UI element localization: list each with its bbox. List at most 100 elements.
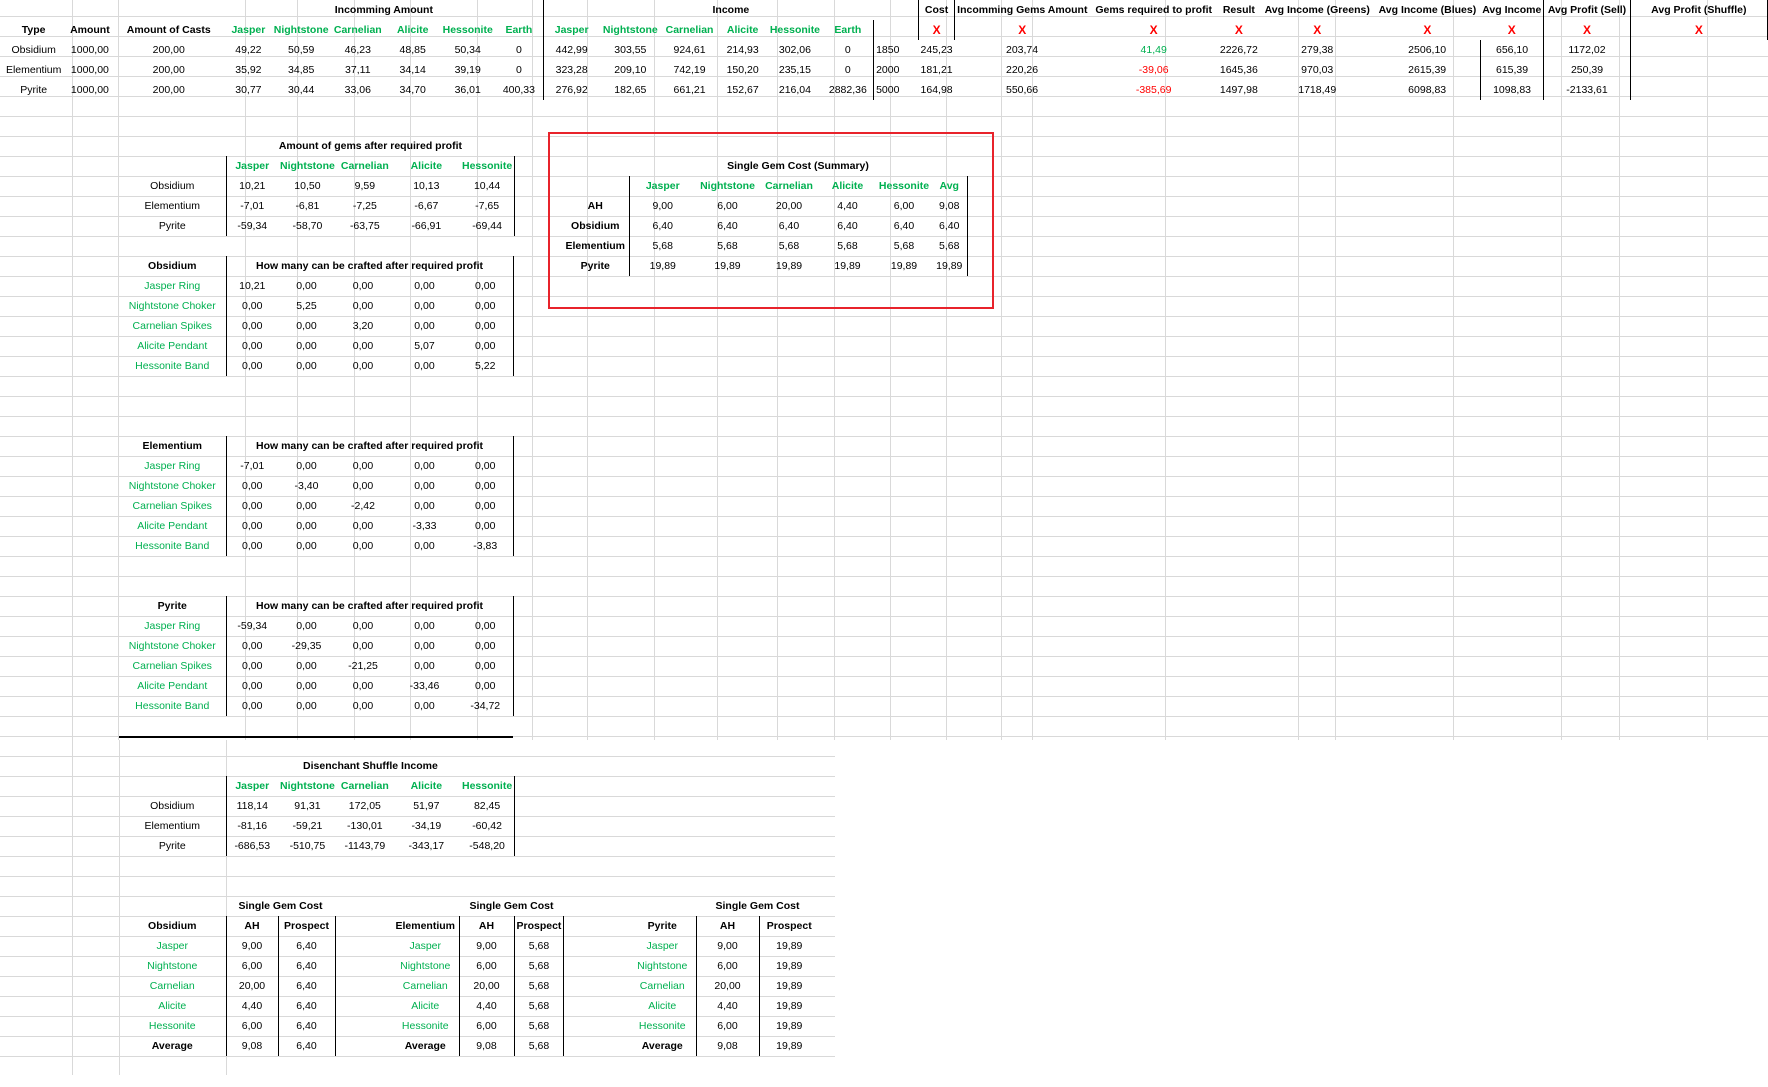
gems-amount-cell[interactable]: 164,98 [919,80,955,100]
value-cell[interactable]: 4,40 [819,196,876,216]
gems-amount-cell[interactable]: 181,21 [919,60,955,80]
value-cell[interactable]: 9,08 [932,196,968,216]
income-cell[interactable]: 303,55 [600,40,661,60]
value-cell[interactable]: 9,08 [226,1036,279,1056]
value-cell[interactable]: 0,00 [226,676,278,696]
result-cell[interactable]: 41,49 [1089,40,1217,60]
value-cell[interactable]: -3,33 [391,516,458,536]
value-cell[interactable]: 10,13 [393,176,460,196]
value-cell[interactable]: 0,00 [391,656,458,676]
income-cell[interactable]: 442,99 [543,40,599,60]
value-cell[interactable]: 0,00 [278,536,335,556]
value-cell[interactable]: 19,89 [629,256,696,276]
greens-cell[interactable]: 2226,72 [1218,40,1260,60]
income-cell[interactable]: 276,92 [543,80,599,100]
value-cell[interactable]: 0,00 [278,456,335,476]
value-cell[interactable]: -2,42 [335,496,391,516]
cost-cell[interactable]: 2000 [874,60,919,80]
amount-cell[interactable]: 1000,00 [67,40,112,60]
blues-cell[interactable]: 970,03 [1260,60,1375,80]
value-cell[interactable]: 0,00 [458,516,514,536]
value-cell[interactable]: 6,40 [759,216,819,236]
value-cell[interactable]: -3,40 [278,476,335,496]
income-cell[interactable]: 0 [822,40,875,60]
income-cell[interactable]: 152,67 [718,80,767,100]
income-cell[interactable]: 235,15 [767,60,822,80]
gems-required-cell[interactable]: 550,66 [955,80,1090,100]
value-cell[interactable]: 19,89 [759,256,819,276]
value-cell[interactable]: -33,46 [391,676,458,696]
value-cell[interactable]: -6,81 [278,196,337,216]
value-cell[interactable]: 6,40 [278,936,336,956]
value-cell[interactable]: -34,19 [393,816,460,836]
value-cell[interactable]: 19,89 [759,936,819,956]
value-cell[interactable]: 10,21 [226,276,278,296]
gems-required-cell[interactable]: 203,74 [955,40,1090,60]
value-cell[interactable]: -130,01 [337,816,393,836]
value-cell[interactable]: 0,00 [335,276,391,296]
value-cell[interactable]: 5,68 [514,956,565,976]
value-cell[interactable]: 9,00 [226,936,279,956]
value-cell[interactable]: 6,40 [819,216,876,236]
incoming-cell[interactable]: 46,23 [331,40,385,60]
value-cell[interactable]: 0,00 [458,296,514,316]
value-cell[interactable]: 5,68 [759,236,819,256]
value-cell[interactable]: 0,00 [335,356,391,376]
income-cell[interactable]: 214,93 [718,40,767,60]
value-cell[interactable]: 5,22 [458,356,514,376]
greens-cell[interactable]: 1497,98 [1218,80,1260,100]
value-cell[interactable]: -66,91 [393,216,460,236]
value-cell[interactable]: 0,00 [391,636,458,656]
income-cell[interactable]: 323,28 [543,60,599,80]
value-cell[interactable]: 0,00 [226,316,278,336]
value-cell[interactable]: 19,89 [759,1036,819,1056]
value-cell[interactable]: -7,01 [226,456,278,476]
value-cell[interactable]: 9,00 [696,936,760,956]
amount-cell[interactable]: 1000,00 [67,80,112,100]
income-cell[interactable]: 0 [822,60,875,80]
value-cell[interactable]: 0,00 [458,276,514,296]
value-cell[interactable]: 20,00 [759,196,819,216]
gems-amount-cell[interactable]: 245,23 [919,40,955,60]
income-cell[interactable]: 216,04 [767,80,822,100]
value-cell[interactable]: 0,00 [458,616,514,636]
value-cell[interactable]: 4,40 [696,996,760,1016]
value-cell[interactable]: 6,40 [629,216,696,236]
avg-income-cell[interactable]: 2615,39 [1374,60,1481,80]
incoming-cell[interactable]: 33,06 [331,80,385,100]
value-cell[interactable]: 5,68 [514,976,565,996]
result-cell[interactable]: -385,69 [1089,80,1217,100]
value-cell[interactable]: 19,89 [819,256,876,276]
value-cell[interactable]: 5,25 [278,296,335,316]
value-cell[interactable]: 10,44 [459,176,516,196]
value-cell[interactable]: 19,89 [876,256,932,276]
result-cell[interactable]: -39,06 [1089,60,1217,80]
value-cell[interactable]: 0,00 [391,356,458,376]
value-cell[interactable]: -21,25 [335,656,391,676]
casts-cell[interactable]: 200,00 [112,60,225,80]
value-cell[interactable]: 0,00 [226,476,278,496]
value-cell[interactable]: 0,00 [391,616,458,636]
profit-shuffle-cell[interactable]: -2133,61 [1543,80,1631,100]
value-cell[interactable]: 5,68 [514,936,565,956]
value-cell[interactable]: 6,40 [278,976,336,996]
value-cell[interactable]: -548,20 [459,836,516,856]
value-cell[interactable]: 6,40 [278,1016,336,1036]
value-cell[interactable]: 0,00 [226,696,278,716]
value-cell[interactable]: 10,21 [226,176,278,196]
value-cell[interactable]: 91,31 [278,796,337,816]
value-cell[interactable]: 51,97 [393,796,460,816]
value-cell[interactable]: 6,40 [278,1036,336,1056]
value-cell[interactable]: 20,00 [459,976,515,996]
amount-cell[interactable]: 1000,00 [67,60,112,80]
value-cell[interactable]: 0,00 [278,276,335,296]
value-cell[interactable]: 0,00 [391,696,458,716]
value-cell[interactable]: 0,00 [335,296,391,316]
value-cell[interactable]: 0,00 [458,636,514,656]
income-cell[interactable]: 661,21 [661,80,718,100]
value-cell[interactable]: 0,00 [335,696,391,716]
value-cell[interactable]: 9,00 [459,936,515,956]
value-cell[interactable]: 9,59 [337,176,393,196]
value-cell[interactable]: 3,20 [335,316,391,336]
value-cell[interactable]: -60,42 [459,816,516,836]
